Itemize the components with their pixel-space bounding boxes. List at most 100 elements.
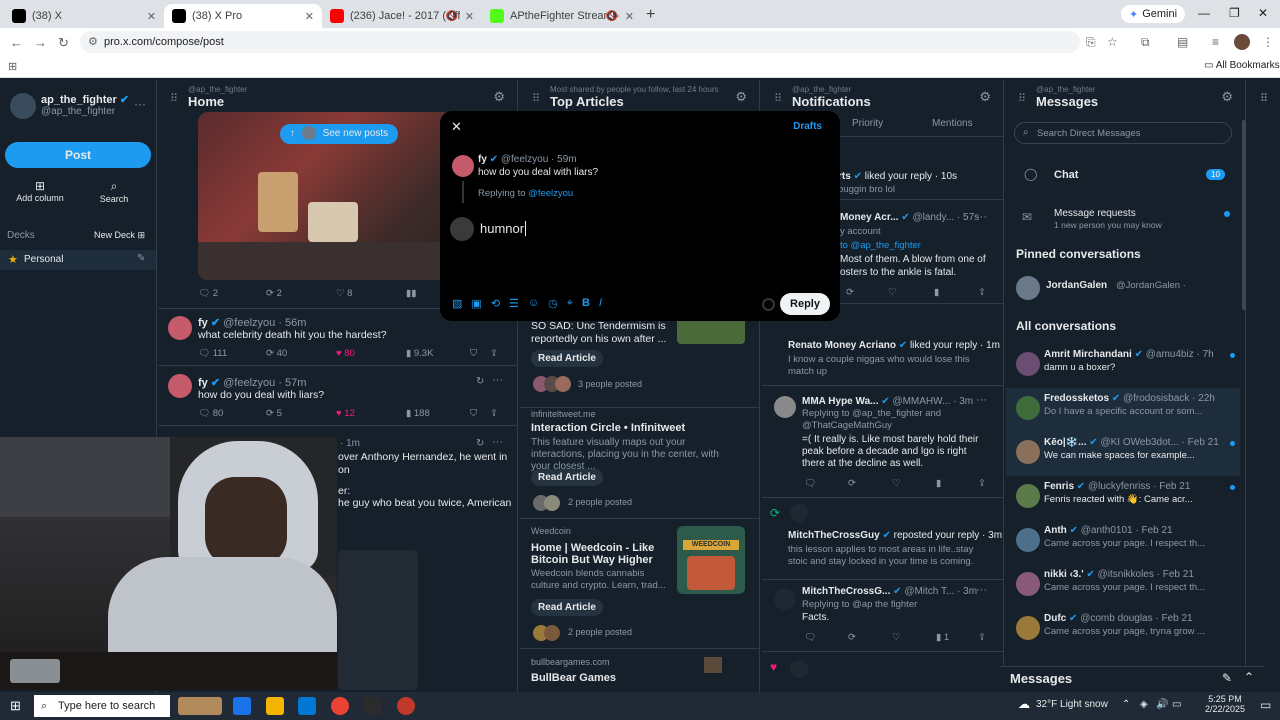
read-article-button[interactable]: Read Article [531,599,603,616]
messages-drawer[interactable]: Messages ✎ ⌃ [1000,666,1265,692]
media-icon[interactable]: ≡ [1212,35,1219,49]
all-bookmarks-link[interactable]: ▭ All Bookmarks [1204,60,1280,71]
reply-icon[interactable]: 🗨 80 [198,408,223,419]
taskbar-widget-icon[interactable] [178,697,222,715]
drag-handle-icon[interactable]: ⠿ [1018,92,1026,105]
back-icon[interactable]: ← [10,35,23,50]
conversation-item[interactable]: Kēo|❄️... ✔ @KI OWeb3dot... · Feb 21 We c… [1006,432,1240,476]
reply-icon[interactable]: 🗨 2 [198,288,218,299]
deck-item-personal[interactable]: ★ Personal ✎ [0,250,156,270]
share-icon[interactable]: ⇪ [978,287,986,298]
post-media-image[interactable] [338,550,418,690]
home-post[interactable]: fy ✔ @feelzyou · 57m ↻ ··· how do you de… [158,368,517,426]
browser-tab-active[interactable]: (38) X Pro ✕ [164,4,322,28]
article-card[interactable]: infiniteltweet.me Interaction Circle • I… [520,407,759,519]
share-icon[interactable]: ⇪ [490,348,498,359]
grok-icon[interactable]: ⟲ [491,297,500,310]
notification-item[interactable]: MMA Hype Wa... ✔ @MMAHW... · 3m ··· Repl… [762,386,1003,498]
restore-icon[interactable]: ❐ [1229,6,1240,20]
read-article-button[interactable]: Read Article [531,469,603,486]
chevron-up-icon[interactable]: ⌃ [1244,670,1254,684]
views-icon[interactable]: ▮ 1 [936,632,949,643]
new-tab-button[interactable]: + [646,6,655,24]
tray-chevron-icon[interactable]: ⌃ [1122,699,1130,710]
close-icon[interactable]: ✕ [465,10,474,23]
site-info-icon[interactable]: ⚙ [88,31,98,53]
repost-icon[interactable]: ⟳ [846,287,854,298]
schedule-icon[interactable]: ◷ [548,297,558,310]
repost-icon[interactable]: ⟳ [848,478,856,489]
drafts-link[interactable]: Drafts [793,121,822,132]
views-icon[interactable]: ▮ 188 [406,408,430,419]
gemini-button[interactable]: ✦ Gemini [1121,5,1186,23]
tab-priority[interactable]: Priority [852,118,883,129]
scrollbar[interactable] [1242,120,1246,310]
more-icon[interactable]: ··· [976,394,987,406]
read-article-button[interactable]: Read Article [531,350,603,367]
reply-icon[interactable]: 🗨 [804,632,816,643]
chrome-icon[interactable] [331,697,349,715]
more-icon[interactable]: ··· [492,436,503,448]
see-new-posts-pill[interactable]: ↑ See new posts [280,124,399,144]
browser-tab[interactable]: (236) Jace! - 2017 (Official Vi 🔇 ✕ [322,4,482,28]
more-icon[interactable]: ··· [134,97,146,111]
italic-icon[interactable]: I [599,297,602,310]
obs-icon[interactable] [397,697,415,715]
conversation-item[interactable]: Fenris ✔ @luckyfenriss · Feb 21 Fenris re… [1006,476,1240,520]
emoji-icon[interactable]: ☺ [528,297,539,310]
bookmark-icon[interactable]: ⛉ [470,408,477,419]
search-button[interactable]: ⌕ Search [94,179,134,204]
views-icon[interactable]: ▮ [936,478,941,489]
close-icon[interactable]: ✕ [305,10,314,23]
share-icon[interactable]: ⇪ [490,408,498,419]
network-icon[interactable]: ◈ [1140,699,1148,710]
like-icon[interactable]: ♡ [892,478,901,489]
new-deck-button[interactable]: New Deck ⊞ [94,230,145,241]
install-icon[interactable]: ⎘ [1086,35,1096,50]
close-icon[interactable]: ✕ [147,10,156,23]
reply-icon[interactable]: 🗨 111 [198,348,227,359]
browser-tab[interactable]: APtheFighter Stream - Wat 🔇 ✕ [482,4,642,28]
bookmark-star-icon[interactable]: ☆ [1107,35,1118,49]
conversation-item[interactable]: Anth ✔ @anth0101 · Feb 21 Came across you… [1006,520,1240,564]
settings-icon[interactable]: ⚙ [493,89,505,105]
add-column-button[interactable]: ⊞ Add column [14,179,66,203]
views-icon[interactable]: ▮▮ [406,288,416,299]
post-button[interactable]: Post [5,142,151,168]
notification-item[interactable]: MitchTheCrossG... ✔ @Mitch T... · 3m ···… [762,580,1003,652]
notification-item[interactable]: ⟳ MitchTheCrossGuy ✔ reposted your reply… [762,500,1003,580]
battery-icon[interactable]: ▭ [1172,699,1181,710]
taskbar-clock[interactable]: 5:25 PM 2/22/2025 [1200,694,1250,714]
settings-icon[interactable]: ⚙ [735,89,747,105]
chat-item[interactable]: ◯ Chat 10 [1006,160,1246,190]
windows-start-icon[interactable]: ⊞ [10,698,21,714]
tab-mentions[interactable]: Mentions [932,118,973,129]
reply-textarea[interactable]: humnor [480,221,527,236]
speaker-icon[interactable]: 🔇 [446,11,458,22]
like-icon[interactable]: ♡ 8 [336,288,352,299]
sidepanel-icon[interactable]: ▤ [1177,35,1188,49]
repost-icon[interactable]: ⟳ 40 [266,348,287,359]
forward-icon[interactable]: → [34,35,47,50]
views-icon[interactable]: ▮ 9.3K [406,348,433,359]
reply-icon[interactable]: 🗨 [804,478,816,489]
conversation-item[interactable]: JordanGalen @JordanGalen · [1006,274,1246,304]
close-icon[interactable]: ✕ [451,119,462,135]
close-icon[interactable]: ✕ [625,10,634,23]
x-app-icon[interactable] [364,697,382,715]
store-icon[interactable] [298,697,316,715]
file-explorer-icon[interactable] [266,697,284,715]
weather-text[interactable]: 32°F Light snow [1036,699,1108,710]
taskbar-search-input[interactable]: ⌕ Type here to search [34,695,170,717]
more-icon[interactable]: ··· [492,374,503,386]
conversation-item[interactable]: Dufc ✔ @comb douglas · Feb 21 Came across… [1006,608,1240,652]
edit-icon[interactable]: ✎ [137,253,145,264]
drag-handle-icon[interactable]: ⠿ [532,92,540,105]
like-icon[interactable]: ♥ 12 [336,408,355,419]
apps-grid-icon[interactable]: ⊞ [8,60,17,73]
conversation-item[interactable]: Fredossketos ✔ @frodosisback · 22h Do I h… [1006,388,1240,432]
replying-handle[interactable]: @feelzyou [528,188,573,199]
article-card[interactable]: Weedcoin Home | Weedcoin - Like Bitcoin … [520,521,759,649]
image-icon[interactable]: ▧ [452,297,462,310]
more-icon[interactable]: ··· [976,584,987,596]
